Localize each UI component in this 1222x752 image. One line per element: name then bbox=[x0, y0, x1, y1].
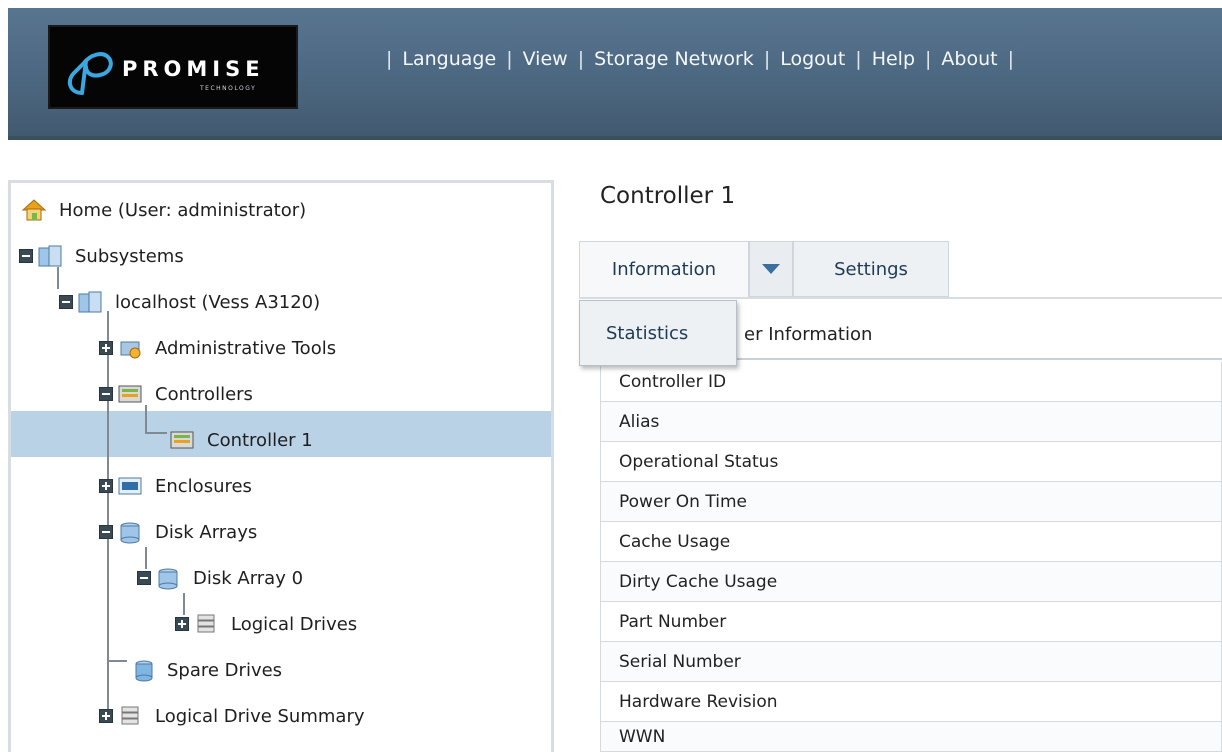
tree-item-label: Spare Drives bbox=[167, 659, 283, 681]
expand-icon[interactable] bbox=[99, 479, 113, 493]
info-row-dirty-cache-usage: Dirty Cache Usage bbox=[600, 562, 1222, 602]
page-title: Controller 1 bbox=[600, 183, 736, 209]
expand-icon[interactable] bbox=[99, 709, 113, 723]
nav-separator: | bbox=[855, 48, 862, 70]
tree-item-subsystems[interactable]: Subsystems bbox=[19, 233, 184, 279]
tree-item-label: Disk Array 0 bbox=[193, 567, 304, 589]
tree-item-label: Disk Arrays bbox=[155, 521, 258, 543]
promise-swirl-icon bbox=[67, 52, 113, 95]
logical-drive-icon bbox=[117, 704, 143, 728]
tree-item-label: Subsystems bbox=[75, 245, 184, 267]
tree-line bbox=[145, 432, 167, 434]
collapse-icon[interactable] bbox=[99, 387, 113, 401]
controllers-icon bbox=[117, 382, 143, 406]
logo-wordmark: PROMISE bbox=[122, 57, 265, 81]
subsystems-icon bbox=[37, 244, 63, 268]
row-label: Power On Time bbox=[619, 491, 747, 512]
tree-item-label: Logical Drive Summary bbox=[155, 705, 365, 727]
tab-divider bbox=[579, 297, 1222, 299]
tree-item-label: Administrative Tools bbox=[155, 337, 337, 359]
nav-storage-network[interactable]: Storage Network bbox=[594, 48, 754, 70]
tree-item-label: Controllers bbox=[155, 383, 253, 405]
row-label: Dirty Cache Usage bbox=[619, 571, 778, 592]
tree-item-home[interactable]: Home (User: administrator) bbox=[21, 187, 306, 233]
tab-information[interactable]: Information bbox=[579, 241, 749, 297]
chevron-down-icon bbox=[761, 259, 781, 280]
row-label: WWN bbox=[619, 726, 666, 747]
tree-item-label: Enclosures bbox=[155, 475, 252, 497]
collapse-icon[interactable] bbox=[137, 571, 151, 585]
tree-item-enclosures[interactable]: Enclosures bbox=[99, 463, 252, 509]
tree-item-disk-array-0[interactable]: Disk Array 0 bbox=[137, 555, 303, 601]
row-label: Hardware Revision bbox=[619, 691, 778, 712]
info-row-wwn: WWN bbox=[600, 722, 1222, 752]
disk-array-icon bbox=[155, 566, 181, 590]
info-row-cache-usage: Cache Usage bbox=[600, 522, 1222, 562]
tab-settings[interactable]: Settings bbox=[793, 241, 949, 297]
nav-separator: | bbox=[506, 48, 513, 70]
expand-icon[interactable] bbox=[175, 617, 189, 631]
tree-item-controller-1[interactable]: Controller 1 bbox=[169, 417, 313, 463]
info-row-part-number: Part Number bbox=[600, 602, 1222, 642]
nav-separator: | bbox=[763, 48, 771, 70]
home-icon bbox=[21, 198, 47, 222]
navigation-tree: Home (User: administrator) Subsystems lo… bbox=[8, 180, 554, 752]
spare-drive-icon bbox=[129, 658, 155, 682]
tree-item-localhost[interactable]: localhost (Vess A3120) bbox=[59, 279, 320, 325]
expand-icon[interactable] bbox=[99, 341, 113, 355]
tree-item-label: localhost (Vess A3120) bbox=[115, 291, 321, 313]
info-row-operational-status: Operational Status bbox=[600, 442, 1222, 482]
tree-line bbox=[107, 660, 127, 662]
nav-logout[interactable]: Logout bbox=[780, 48, 845, 70]
information-dropdown-menu: Statistics bbox=[579, 300, 737, 366]
info-row-power-on-time: Power On Time bbox=[600, 482, 1222, 522]
controller-information-panel: er Information Controller ID Alias Opera… bbox=[600, 310, 1222, 752]
promise-logo[interactable]: PROMISE TECHNOLOGY bbox=[48, 25, 298, 109]
tree-item-label: Controller 1 bbox=[207, 429, 313, 451]
controller-icon bbox=[169, 428, 195, 452]
collapse-icon[interactable] bbox=[19, 249, 33, 263]
info-row-controller-id: Controller ID bbox=[600, 362, 1222, 402]
row-label: Part Number bbox=[619, 611, 727, 632]
logo-subtitle: TECHNOLOGY bbox=[200, 85, 257, 92]
tree-item-logical-drives[interactable]: Logical Drives bbox=[175, 601, 357, 647]
server-icon bbox=[77, 290, 103, 314]
top-navigation: | Language | View | Storage Network | Lo… bbox=[376, 42, 1024, 76]
row-label: Serial Number bbox=[619, 651, 741, 672]
tree-item-administrative-tools[interactable]: Administrative Tools bbox=[99, 325, 336, 371]
nav-separator: | bbox=[1007, 48, 1015, 70]
row-label: Controller ID bbox=[619, 371, 727, 392]
nav-language[interactable]: Language bbox=[402, 48, 496, 70]
row-label: Alias bbox=[619, 411, 660, 432]
info-row-serial-number: Serial Number bbox=[600, 642, 1222, 682]
nav-about[interactable]: About bbox=[941, 48, 997, 70]
tree-item-label: Logical Drives bbox=[231, 613, 358, 635]
menu-item-statistics[interactable]: Statistics bbox=[606, 323, 688, 344]
tree-item-controllers[interactable]: Controllers bbox=[99, 371, 253, 417]
logical-drive-icon bbox=[193, 612, 219, 636]
nav-separator: | bbox=[386, 48, 393, 70]
nav-view[interactable]: View bbox=[523, 48, 568, 70]
tree-item-label: Home (User: administrator) bbox=[59, 199, 307, 221]
nav-separator: | bbox=[577, 48, 585, 70]
info-row-alias: Alias bbox=[600, 402, 1222, 442]
tree-item-disk-arrays[interactable]: Disk Arrays bbox=[99, 509, 257, 555]
tab-dropdown-toggle[interactable] bbox=[749, 241, 793, 297]
row-label: Cache Usage bbox=[619, 531, 731, 552]
info-row-hardware-revision: Hardware Revision bbox=[600, 682, 1222, 722]
disk-array-icon bbox=[117, 520, 143, 544]
nav-separator: | bbox=[925, 48, 932, 70]
tree-item-logical-drive-summary[interactable]: Logical Drive Summary bbox=[99, 693, 365, 739]
enclosure-icon bbox=[117, 474, 143, 498]
row-label: Operational Status bbox=[619, 451, 779, 472]
tree-item-spare-drives[interactable]: Spare Drives bbox=[129, 647, 282, 693]
collapse-icon[interactable] bbox=[99, 525, 113, 539]
app-header: PROMISE TECHNOLOGY | Language | View | S… bbox=[8, 8, 1222, 140]
collapse-icon[interactable] bbox=[59, 295, 73, 309]
admin-tools-icon bbox=[117, 336, 143, 360]
nav-help[interactable]: Help bbox=[872, 48, 915, 70]
panel-header-text: er Information bbox=[744, 323, 873, 345]
